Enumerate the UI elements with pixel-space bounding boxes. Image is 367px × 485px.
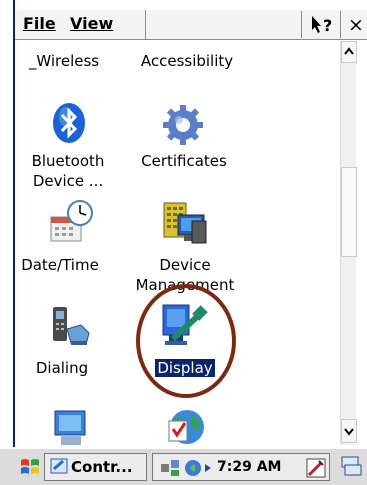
window-frame: File View ? × _Wireless Accessibility Bl…: [0, 0, 367, 485]
left-border: [0, 0, 15, 485]
scroll-thumb[interactable]: [341, 167, 357, 257]
scroll-up-button[interactable]: [341, 41, 357, 63]
device-management-icon[interactable]: [162, 201, 210, 245]
device-management-label-line1: Device: [159, 256, 211, 274]
item-label-date-time[interactable]: Date/Time: [21, 255, 99, 275]
item-label-accessibility[interactable]: Accessibility: [132, 51, 242, 71]
control-panel-icon: [50, 458, 68, 474]
clock-time[interactable]: 7:29 AM: [217, 459, 281, 475]
device-management-label-line2: Management: [135, 276, 235, 294]
pointer-help-icon: ?: [312, 16, 332, 35]
dialing-phone-icon[interactable]: [47, 303, 93, 349]
scroll-down-button[interactable]: [341, 419, 357, 443]
item-label-dialing[interactable]: Dialing: [27, 358, 97, 378]
vertical-scrollbar[interactable]: [340, 41, 357, 445]
bluetooth-label-line2: Device ...: [32, 172, 104, 190]
certificates-gear-icon[interactable]: [161, 103, 205, 147]
item-label-device-management[interactable]: Device Management: [129, 255, 241, 295]
close-button[interactable]: ×: [346, 12, 366, 38]
taskbar: Contr... 7:29 AM: [0, 447, 367, 485]
system-tray: 7:29 AM: [152, 453, 330, 481]
network-status-icon[interactable]: [159, 458, 181, 478]
svg-text:?: ?: [323, 16, 332, 35]
taskbar-control-panel-button[interactable]: Contr...: [44, 453, 147, 481]
windows-start-icon[interactable]: [19, 456, 41, 478]
taskbar-button-label: Contr...: [71, 458, 133, 476]
item-label-certificates[interactable]: Certificates: [129, 151, 239, 171]
activesync-icon[interactable]: [183, 458, 213, 478]
item-label-wireless[interactable]: _Wireless: [25, 51, 103, 71]
item-label-display[interactable]: Display: [154, 358, 216, 378]
input-panel-pen-icon[interactable]: [305, 457, 327, 479]
control-panel-list: _Wireless Accessibility Bluetooth Device…: [17, 41, 340, 445]
menu-bar: File View ? ×: [15, 10, 367, 40]
display-label-selected: Display: [155, 359, 215, 377]
menu-view[interactable]: View: [70, 14, 113, 33]
globe-check-icon[interactable]: [163, 405, 207, 445]
chevron-up-icon: [344, 47, 354, 55]
bluetooth-label-line1: Bluetooth: [31, 152, 105, 170]
menu-separator: [145, 10, 146, 40]
help-button[interactable]: ?: [301, 11, 341, 38]
item-label-bluetooth[interactable]: Bluetooth Device ...: [23, 151, 113, 191]
display-monitor-icon[interactable]: [159, 299, 209, 351]
chevron-down-icon: [344, 428, 354, 436]
bluetooth-icon[interactable]: [49, 101, 89, 145]
show-desktop-icon[interactable]: [340, 455, 362, 479]
date-time-icon[interactable]: [47, 199, 97, 245]
menu-file[interactable]: File: [23, 14, 56, 33]
network-monitor-icon[interactable]: [51, 407, 91, 445]
